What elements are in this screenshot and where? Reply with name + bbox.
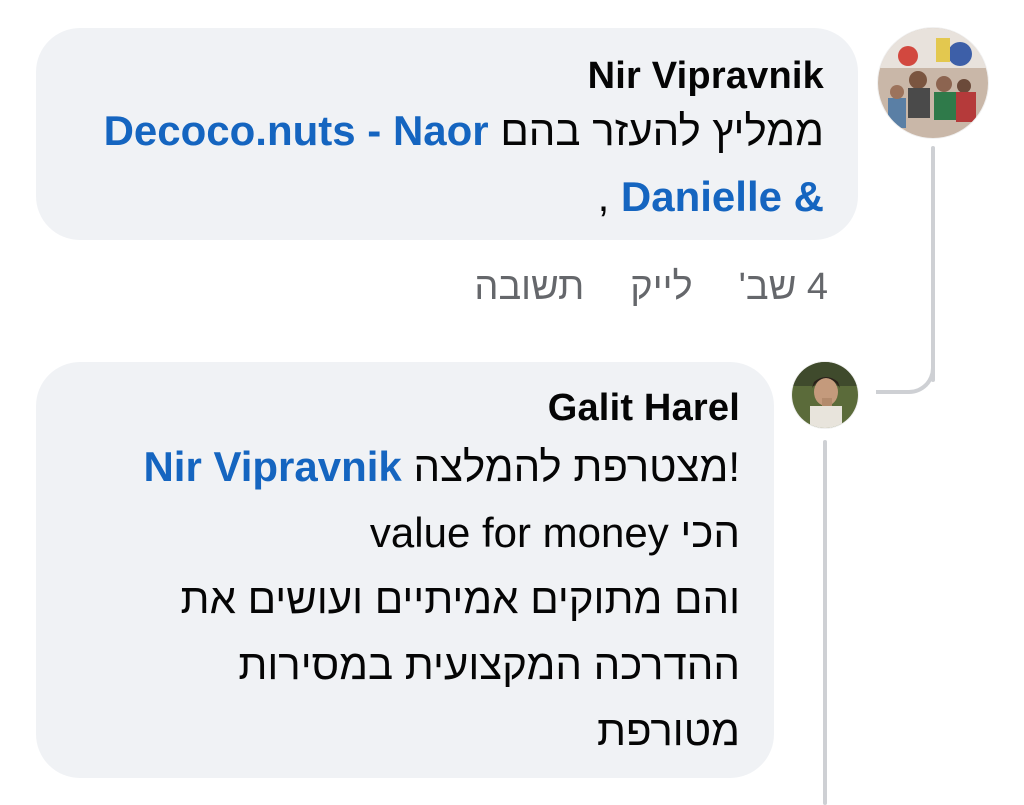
avatar[interactable] (792, 362, 858, 428)
comment-text: ממליץ להעזר בהם Decoco.nuts - Naor & Dan… (70, 98, 824, 230)
comment-text-line: הכי value for money (369, 509, 740, 556)
mention-link[interactable]: & Danielle (621, 173, 824, 220)
comment-actions: 4 שב' לייק תשובה (474, 262, 828, 312)
comment-bubble: Galit Harel !מצטרפת להמלצה Nir Vipravnik… (36, 362, 774, 778)
comment-text-line: מטורפת (596, 707, 740, 754)
mention-link[interactable]: Decoco.nuts - Naor (104, 107, 489, 154)
comment-text-line: והם מתוקים אמיתיים ועושים את (180, 575, 740, 622)
like-button[interactable]: לייק (630, 262, 692, 312)
comment-text-plain: , (597, 173, 621, 220)
comment-text-plain: ממליץ להעזר בהם (488, 107, 824, 154)
comment-text: !מצטרפת להמלצה Nir Vipravnik הכי value f… (70, 434, 740, 764)
comment-author[interactable]: Galit Harel (70, 386, 740, 430)
comment-timestamp[interactable]: 4 שב' (739, 262, 828, 312)
reply-thread-line (823, 440, 827, 805)
mention-link[interactable]: Nir Vipravnik (143, 443, 401, 490)
profile-photo-icon (792, 362, 858, 428)
comment-text-line: ההדרכה המקצועית במסירות (238, 641, 740, 688)
comment-text-plain: !מצטרפת להמלצה (401, 443, 740, 490)
thread-connector-curve (876, 330, 935, 394)
comment-author[interactable]: Nir Vipravnik (70, 54, 824, 98)
profile-photo-icon (878, 28, 988, 138)
avatar[interactable] (878, 28, 988, 138)
comment-bubble: Nir Vipravnik ממליץ להעזר בהם Decoco.nut… (36, 28, 858, 240)
comments-thread: Nir Vipravnik ממליץ להעזר בהם Decoco.nut… (0, 0, 1024, 805)
reply-button[interactable]: תשובה (474, 262, 584, 312)
